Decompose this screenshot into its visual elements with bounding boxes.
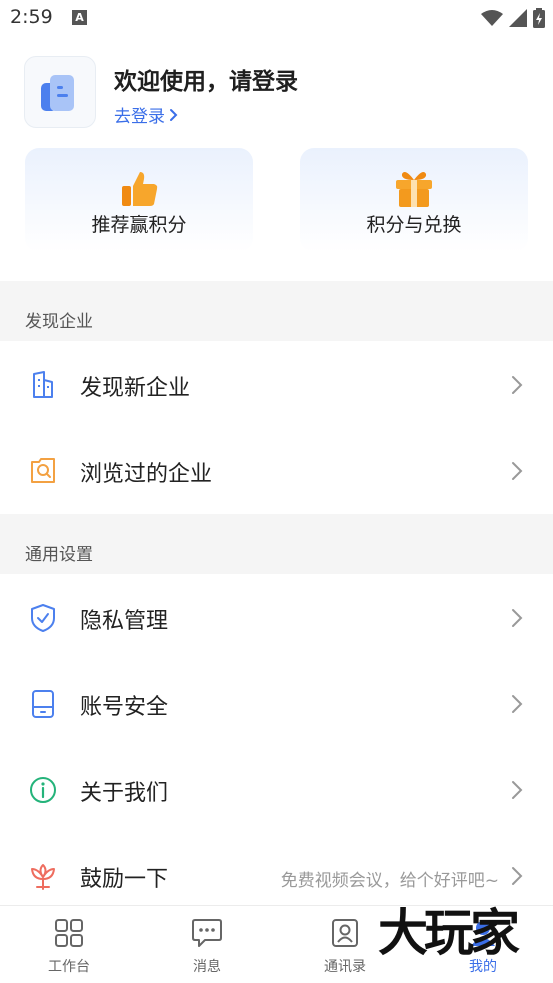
thumbs-up-icon (122, 172, 158, 206)
row-browsed-companies[interactable]: 浏览过的企业 (0, 428, 553, 514)
tab-label: 工作台 (48, 959, 90, 975)
row-label: 鼓励一下 (80, 867, 169, 892)
referral-points-label: 推荐赢积分 (91, 214, 187, 236)
row-label: 浏览过的企业 (80, 462, 213, 487)
chevron-right-icon (512, 781, 523, 799)
status-time: 2:59 (10, 6, 53, 28)
phone-icon (32, 690, 54, 718)
welcome-title: 欢迎使用，请登录 (114, 69, 298, 95)
row-label: 关于我们 (80, 781, 169, 806)
chevron-right-icon (170, 108, 178, 121)
row-hint: 免费视频会议，给个好评吧~ (280, 871, 499, 891)
chevron-right-icon (512, 695, 523, 713)
row-account-security[interactable]: 账号安全 (0, 661, 553, 747)
signal-icon (509, 9, 527, 27)
row-privacy-management[interactable]: 隐私管理 (0, 575, 553, 661)
login-link-label: 去登录 (114, 107, 165, 127)
points-exchange-card[interactable]: 积分与兑换 (300, 148, 528, 252)
chevron-right-icon (512, 462, 523, 480)
avatar[interactable] (24, 56, 96, 128)
profile-header[interactable]: 欢迎使用，请登录 去登录 (0, 40, 553, 140)
building-icon (33, 371, 53, 398)
notification-icon: A (72, 10, 87, 25)
tab-messages[interactable]: 消息 (138, 906, 276, 983)
watermark-logo: 大玩家 (378, 904, 520, 962)
row-label: 账号安全 (80, 695, 169, 720)
gift-icon (396, 172, 432, 207)
section-title: 发现企业 (25, 312, 93, 332)
info-icon (30, 777, 56, 803)
row-label: 隐私管理 (80, 609, 169, 634)
points-exchange-label: 积分与兑换 (366, 214, 462, 236)
contacts-icon (332, 919, 358, 947)
app-logo-icon (41, 75, 74, 111)
chevron-right-icon (512, 609, 523, 627)
status-bar: 2:59 A (0, 0, 553, 40)
login-link[interactable]: 去登录 (114, 102, 178, 127)
section-header-discover: 发现企业 (0, 281, 553, 341)
chevron-right-icon (512, 376, 523, 394)
flower-icon (31, 864, 55, 890)
battery-icon (533, 8, 545, 28)
tab-workbench[interactable]: 工作台 (0, 906, 138, 983)
section-title: 通用设置 (25, 545, 93, 565)
chevron-right-icon (512, 867, 523, 885)
status-icons (481, 8, 545, 28)
search-history-icon (31, 458, 55, 483)
wifi-icon (481, 10, 503, 26)
shield-check-icon (31, 604, 55, 632)
section-header-general-settings: 通用设置 (0, 514, 553, 574)
referral-points-card[interactable]: 推荐赢积分 (25, 148, 253, 252)
chat-icon (192, 919, 222, 947)
row-discover-new-company[interactable]: 发现新企业 (0, 342, 553, 428)
tab-label: 消息 (193, 959, 221, 975)
grid-icon (55, 919, 83, 947)
row-label: 发现新企业 (80, 376, 191, 401)
row-about-us[interactable]: 关于我们 (0, 747, 553, 833)
